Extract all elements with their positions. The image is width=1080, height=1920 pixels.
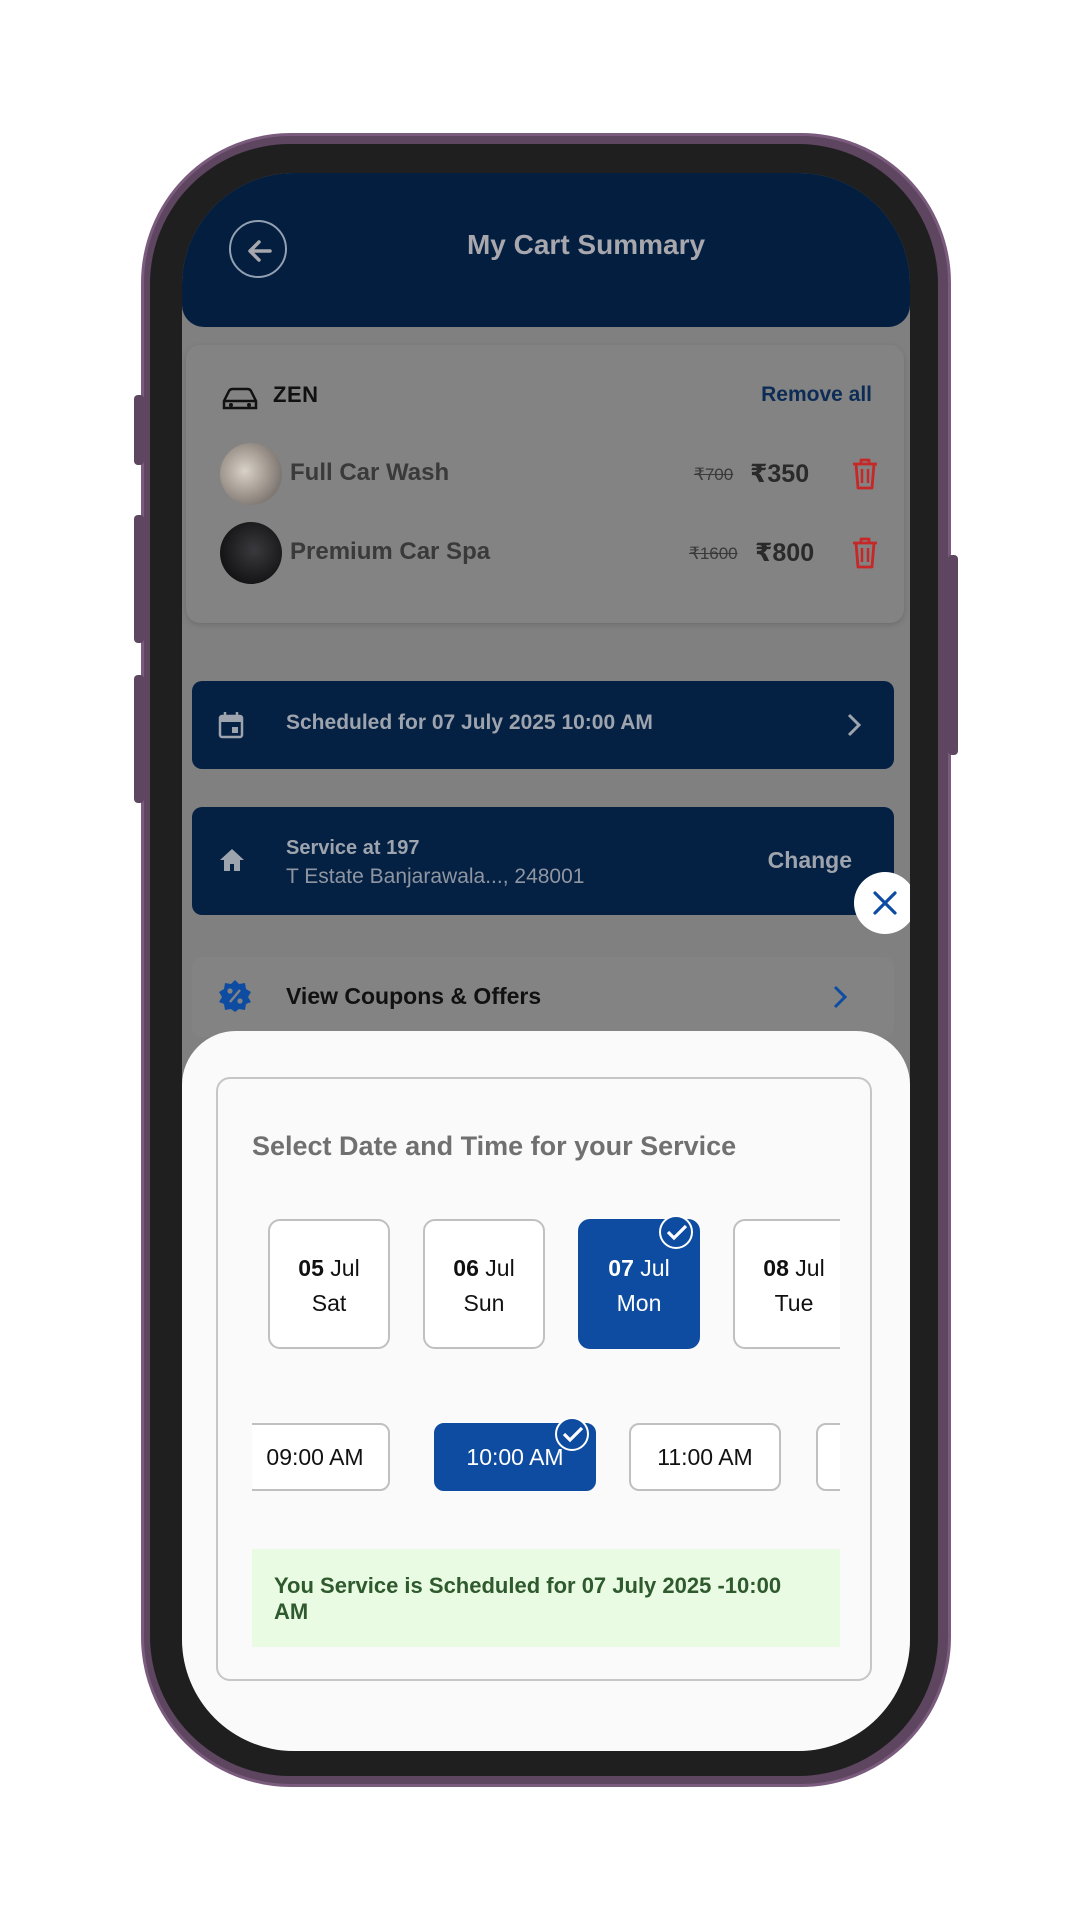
date-day: 05: [298, 1255, 324, 1281]
chevron-right-icon: [833, 985, 848, 1009]
cart-item: Premium Car Spa ₹1600 ₹800: [220, 522, 880, 586]
service-name: Full Car Wash: [290, 459, 450, 486]
date-weekday: Sat: [311, 1290, 347, 1316]
cart-item: Full Car Wash ₹700 ₹350: [220, 443, 880, 507]
schedule-confirmation-text: You Service is Scheduled for 07 July 202…: [274, 1573, 782, 1624]
close-icon: [873, 891, 897, 915]
delete-icon[interactable]: [850, 457, 880, 491]
car-icon: [222, 387, 258, 410]
date-weekday: Tue: [774, 1290, 814, 1316]
discount-badge-icon: [219, 980, 251, 1012]
coupons-bar[interactable]: View Coupons & Offers: [192, 957, 894, 1037]
check-icon: [659, 1215, 693, 1249]
delete-icon[interactable]: [850, 536, 880, 570]
time-option[interactable]: [816, 1423, 840, 1491]
date-month: Jul: [330, 1255, 360, 1281]
schedule-bar[interactable]: Scheduled for 07 July 2025 10:00 AM: [192, 681, 894, 769]
original-price: ₹1600: [689, 544, 738, 563]
page-title: My Cart Summary: [466, 229, 706, 260]
date-weekday: Mon: [616, 1290, 662, 1316]
phone-side-button: [948, 555, 958, 755]
check-icon: [555, 1417, 589, 1451]
phone-side-button: [134, 675, 144, 803]
time-option[interactable]: 11:00 AM: [629, 1423, 781, 1491]
date-weekday: Sun: [463, 1290, 505, 1316]
date-day: 06: [453, 1255, 479, 1281]
date-time-panel: Select Date and Time for your Service 05…: [216, 1077, 872, 1681]
schedule-text: Scheduled for 07 July 2025 10:00 AM: [286, 711, 653, 734]
remove-all-button[interactable]: Remove all: [761, 383, 872, 407]
change-address-button[interactable]: Change: [768, 847, 852, 874]
date-option[interactable]: 05 Jul Sat: [268, 1219, 390, 1349]
date-option[interactable]: 08 Jul Tue: [733, 1219, 840, 1349]
time-picker: 09:00 AM 10:00 AM 11:00 AM: [252, 1417, 840, 1497]
phone-side-button: [134, 395, 144, 465]
phone-side-button: [134, 515, 144, 643]
date-picker: 05 Jul Sat 06 Jul Sun 07 Jul Mon 08 Jul …: [218, 1219, 840, 1355]
service-thumbnail: [220, 522, 282, 584]
discounted-price: ₹800: [755, 539, 815, 567]
calendar-icon: [218, 712, 244, 739]
coupons-label: View Coupons & Offers: [286, 983, 542, 1009]
chevron-right-icon: [847, 713, 862, 737]
address-line-1: Service at 197: [286, 837, 420, 859]
vehicle-name: ZEN: [273, 382, 319, 407]
app-screen: My Cart Summary ZEN Remove all Full Car …: [182, 173, 910, 1751]
date-time-sheet: Select Date and Time for your Service 05…: [182, 1031, 910, 1751]
date-month: Jul: [485, 1255, 515, 1281]
sheet-title: Select Date and Time for your Service: [252, 1131, 737, 1161]
home-icon: [220, 849, 244, 871]
schedule-confirmation: You Service is Scheduled for 07 July 202…: [252, 1549, 840, 1647]
time-option[interactable]: 09:00 AM: [252, 1423, 390, 1491]
close-sheet-button[interactable]: [854, 872, 910, 934]
service-thumbnail: [220, 443, 282, 505]
address-bar: Service at 197 T Estate Banjarawala..., …: [192, 807, 894, 915]
discounted-price: ₹350: [750, 460, 810, 488]
date-option[interactable]: 06 Jul Sun: [423, 1219, 545, 1349]
address-line-2: T Estate Banjarawala..., 248001: [286, 865, 585, 888]
date-month: Jul: [640, 1255, 670, 1281]
cart-card: ZEN Remove all Full Car Wash ₹700 ₹350 P…: [186, 345, 904, 623]
date-day: 07: [608, 1255, 634, 1281]
app-header: My Cart Summary: [182, 173, 910, 327]
original-price: ₹700: [694, 465, 734, 484]
date-day: 08: [763, 1255, 789, 1281]
date-month: Jul: [795, 1255, 825, 1281]
service-name: Premium Car Spa: [290, 538, 491, 565]
